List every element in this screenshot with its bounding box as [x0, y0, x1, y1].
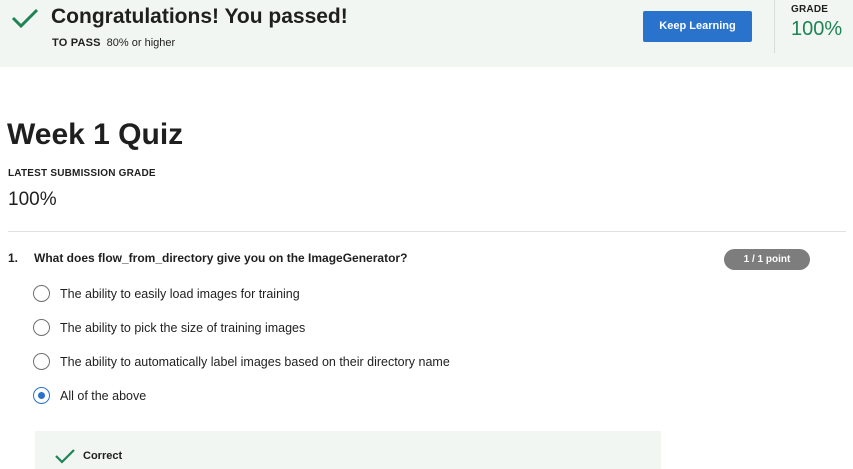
radio-button-selected[interactable] [33, 387, 50, 404]
question-text: What does flow_from_directory give you o… [34, 251, 408, 265]
keep-learning-button[interactable]: Keep Learning [643, 11, 752, 42]
answer-option-selected[interactable]: All of the above [33, 385, 593, 405]
answer-option[interactable]: The ability to automatically label image… [33, 351, 593, 371]
feedback-box: Correct [35, 431, 661, 469]
option-label: The ability to automatically label image… [60, 355, 450, 369]
option-label: The ability to pick the size of training… [60, 321, 306, 335]
option-label: The ability to easily load images for tr… [60, 287, 300, 301]
radio-button[interactable] [33, 353, 50, 370]
grade-label: GRADE [791, 4, 829, 15]
answer-option[interactable]: The ability to easily load images for tr… [33, 283, 593, 303]
latest-submission-label: LATEST SUBMISSION GRADE [8, 168, 156, 179]
pass-requirement: TO PASS 80% or higher [52, 36, 175, 50]
banner-title: Congratulations! You passed! [51, 5, 348, 28]
page-title: Week 1 Quiz [7, 118, 184, 151]
question-number: 1. [8, 251, 19, 265]
check-icon [55, 449, 75, 464]
latest-submission-grade: 100% [8, 189, 57, 210]
feedback-label: Correct [83, 450, 123, 462]
answer-option[interactable]: The ability to pick the size of training… [33, 317, 593, 337]
pass-label: TO PASS [52, 37, 101, 49]
radio-button[interactable] [33, 285, 50, 302]
check-icon [11, 8, 39, 29]
points-badge: 1 / 1 point [724, 249, 810, 270]
divider [8, 231, 846, 232]
grade-value: 100% [791, 18, 843, 40]
radio-button[interactable] [33, 319, 50, 336]
grade-divider [774, 0, 775, 53]
pass-value: 80% or higher [106, 37, 176, 49]
result-banner: Congratulations! You passed! TO PASS 80% … [0, 0, 853, 67]
option-label: All of the above [60, 389, 147, 403]
